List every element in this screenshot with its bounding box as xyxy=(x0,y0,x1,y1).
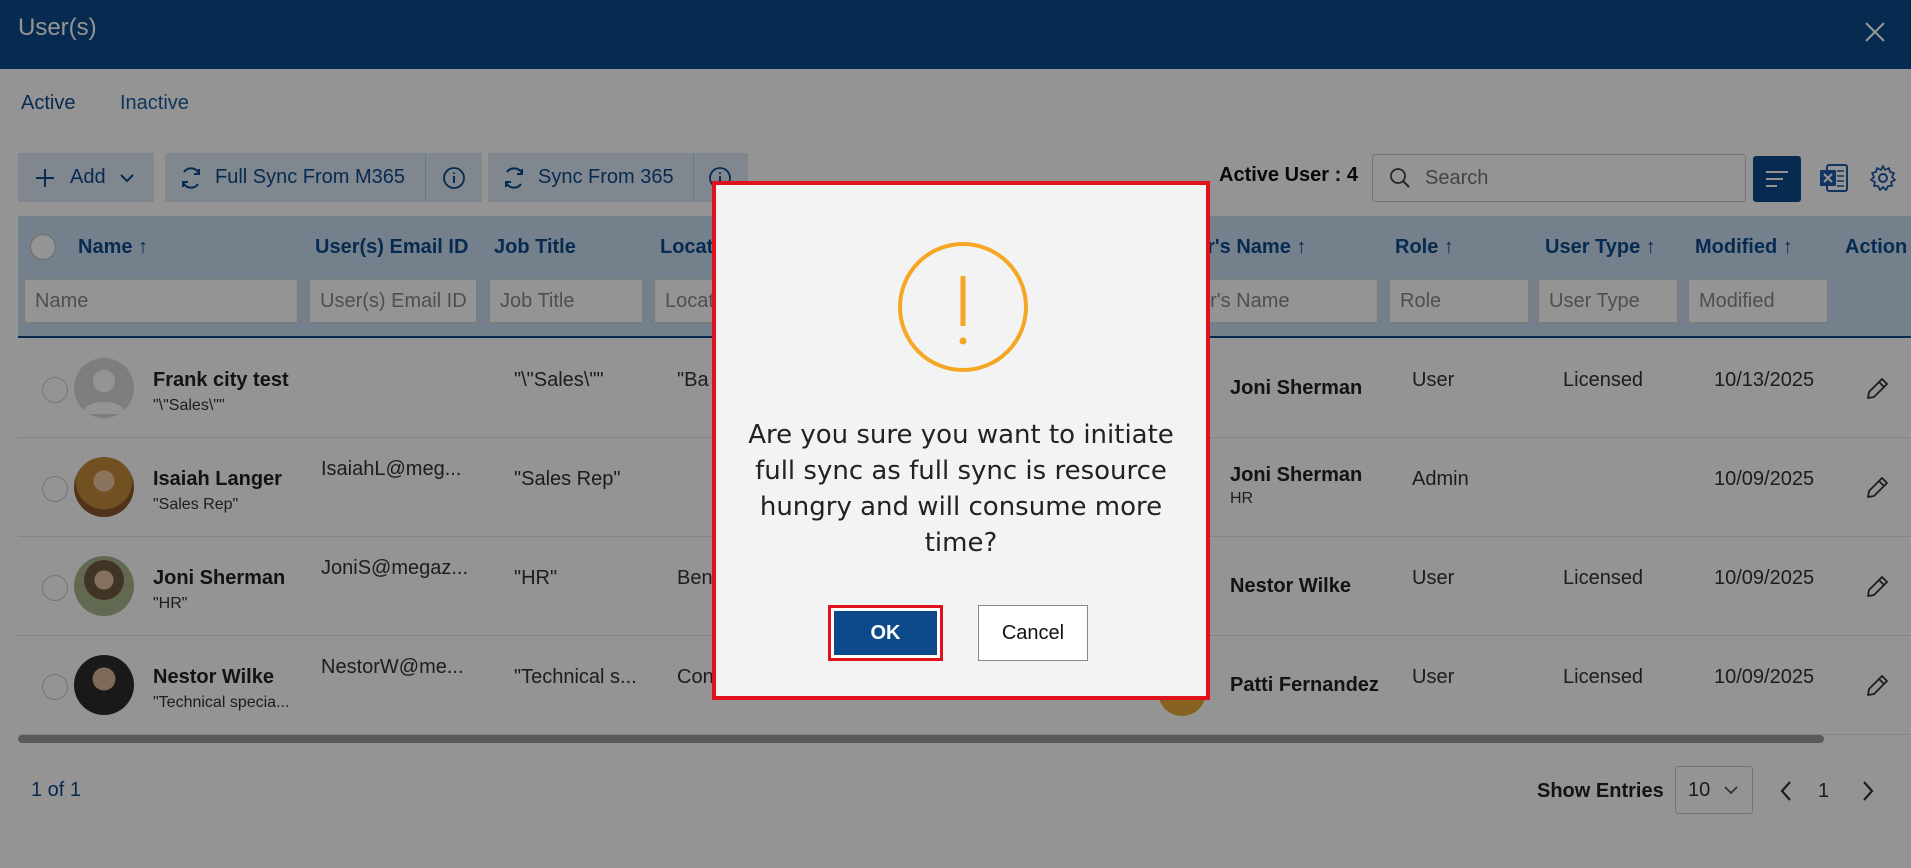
cancel-button[interactable]: Cancel xyxy=(978,605,1088,661)
dialog-message: Are you sure you want to initiate full s… xyxy=(748,420,1174,558)
warning-icon xyxy=(898,242,1028,372)
ok-button[interactable]: OK xyxy=(828,605,943,661)
confirm-dialog: Are you sure you want to initiate full s… xyxy=(712,181,1210,700)
